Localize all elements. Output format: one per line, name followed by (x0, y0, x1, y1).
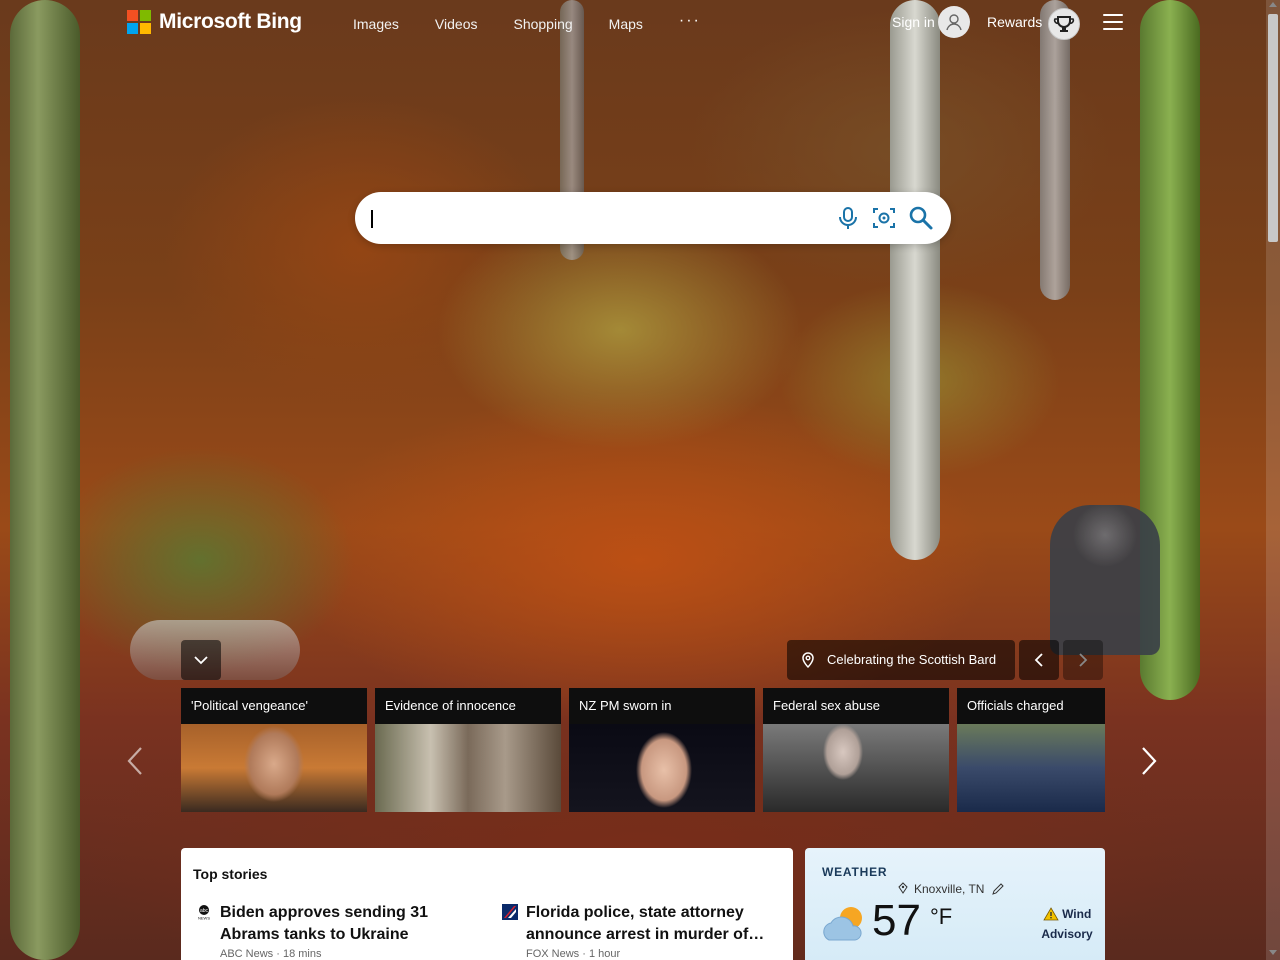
nav-more[interactable]: ··· (679, 12, 701, 32)
news-card-image (957, 724, 1105, 812)
user-avatar-icon[interactable] (938, 6, 970, 38)
nav-shopping[interactable]: Shopping (513, 16, 572, 32)
story-item[interactable]: abc NEWS Biden approves sending 31 Abrams… (198, 902, 480, 960)
nav-images[interactable]: Images (353, 16, 399, 32)
top-stories-panel: Top stories abc NEWS Biden approves sendi… (181, 848, 793, 960)
rewards-trophy-icon[interactable] (1048, 8, 1080, 40)
scrollbar-thumb[interactable] (1268, 14, 1278, 242)
story-headline[interactable]: Biden approves sending 31 Abrams tanks t… (220, 902, 480, 946)
hamburger-menu-icon[interactable] (1103, 14, 1123, 30)
abc-news-icon: abc NEWS (196, 904, 212, 921)
previous-image-button[interactable] (1019, 640, 1059, 680)
statue (1050, 505, 1160, 655)
news-card[interactable]: 'Political vengeance' (181, 688, 367, 812)
weather-unit[interactable]: °F (930, 904, 952, 930)
warning-icon (1043, 907, 1059, 921)
text-caret (371, 210, 373, 228)
news-card-caption: Evidence of innocence (385, 698, 516, 713)
tree-trunk (890, 0, 940, 560)
chevron-down-icon (194, 656, 208, 665)
header: Microsoft Bing Images Videos Shopping Ma… (0, 0, 1280, 46)
edit-pencil-icon[interactable] (991, 882, 1005, 896)
story-headline[interactable]: Florida police, state attorney announce … (526, 902, 786, 946)
svg-text:NEWS: NEWS (198, 916, 210, 921)
news-card-image (569, 724, 755, 812)
scroll-up-arrow-icon[interactable] (1269, 2, 1277, 7)
nav-videos[interactable]: Videos (435, 16, 478, 32)
news-card[interactable]: Evidence of innocence (375, 688, 561, 812)
page-scrollbar[interactable] (1266, 0, 1280, 960)
nav-maps[interactable]: Maps (609, 16, 643, 32)
chevron-right-icon (1142, 747, 1157, 775)
news-card-image (181, 724, 367, 812)
news-card[interactable]: Officials charged (957, 688, 1105, 812)
microsoft-logo-icon (127, 10, 151, 34)
chevron-left-icon (127, 747, 142, 775)
rewards-link[interactable]: Rewards (987, 14, 1042, 30)
visual-search-icon[interactable] (870, 204, 898, 232)
news-card[interactable]: Federal sex abuse (763, 688, 949, 812)
bing-logo[interactable]: Microsoft Bing (127, 10, 302, 34)
news-card[interactable]: NZ PM sworn in (569, 688, 755, 812)
background-image (0, 0, 1280, 960)
svg-text:abc: abc (200, 908, 209, 914)
search-icon[interactable] (907, 204, 935, 232)
news-card-caption: Officials charged (967, 698, 1064, 713)
tree-trunk (10, 0, 80, 960)
image-info-button[interactable]: Celebrating the Scottish Bard (787, 640, 1015, 680)
search-box (355, 192, 951, 244)
search-input[interactable] (371, 206, 815, 232)
location-pin-icon (898, 882, 908, 894)
weather-alert[interactable]: Wind Advisory (1037, 904, 1097, 944)
weather-location[interactable]: Knoxville, TN (914, 882, 984, 896)
chevron-right-icon (1079, 653, 1088, 667)
news-card-image (375, 724, 561, 812)
weather-title: WEATHER (822, 865, 888, 879)
story-item[interactable]: Florida police, state attorney announce … (502, 902, 786, 960)
next-image-button[interactable] (1063, 640, 1103, 680)
news-card-caption: 'Political vengeance' (191, 698, 308, 713)
story-meta: FOX News · 1 hour (526, 948, 621, 960)
fox-news-icon (502, 904, 518, 920)
story-meta: ABC News · 18 mins (220, 948, 322, 960)
brand-name: Microsoft Bing (159, 10, 302, 33)
top-nav: Images Videos Shopping Maps ··· (335, 12, 719, 32)
image-title: Celebrating the Scottish Bard (827, 652, 997, 667)
weather-panel[interactable]: WEATHER Knoxville, TN 57 °F Wind Advisor… (805, 848, 1105, 960)
scroll-down-arrow-icon[interactable] (1269, 950, 1277, 955)
collapse-button[interactable] (181, 640, 221, 680)
news-card-caption: Federal sex abuse (773, 698, 880, 713)
microphone-icon[interactable] (834, 204, 862, 232)
weather-temperature: 57 (872, 896, 921, 945)
carousel-prev-arrow[interactable] (124, 744, 148, 778)
sign-in-link[interactable]: Sign in (892, 14, 935, 30)
news-card-image (763, 724, 949, 812)
partly-cloudy-icon (823, 907, 862, 941)
news-card-caption: NZ PM sworn in (579, 698, 672, 713)
top-stories-title: Top stories (193, 866, 268, 882)
carousel-next-arrow[interactable] (1136, 744, 1160, 778)
location-pin-icon (802, 652, 814, 669)
chevron-left-icon (1034, 653, 1043, 667)
